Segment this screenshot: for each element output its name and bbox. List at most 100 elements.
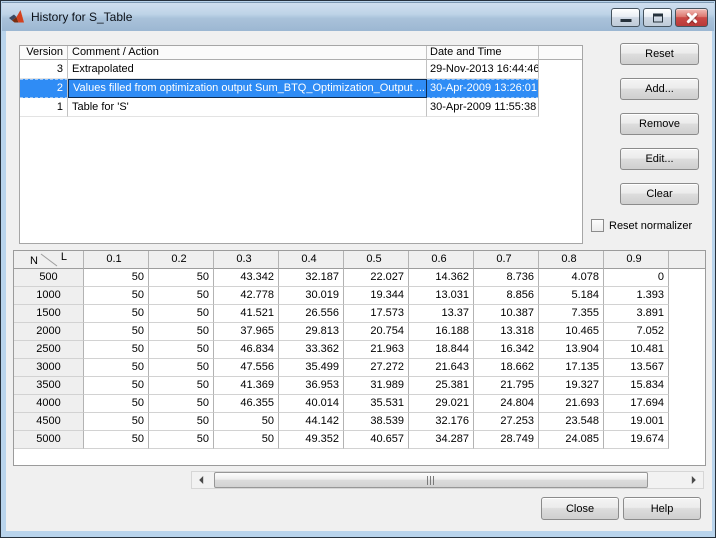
data-cell[interactable]: 21.693 [539,395,604,413]
data-cell[interactable]: 21.643 [409,359,474,377]
data-cell[interactable]: 50 [149,359,214,377]
data-cell[interactable]: 50 [149,431,214,449]
history-cell-date[interactable]: 29-Nov-2013 16:44:46 [427,60,539,79]
minimize-button[interactable] [611,8,640,27]
data-cell[interactable]: 50 [84,269,149,287]
scroll-right-button[interactable] [687,472,703,488]
history-row[interactable]: 2 Values filled from optimization output … [20,79,582,98]
data-cell[interactable]: 50 [84,323,149,341]
data-cell[interactable]: 27.272 [344,359,409,377]
data-cell[interactable]: 38.539 [344,413,409,431]
data-cell[interactable]: 13.904 [539,341,604,359]
data-cell[interactable]: 13.031 [409,287,474,305]
data-cell[interactable]: 50 [84,305,149,323]
data-cell[interactable]: 36.953 [279,377,344,395]
data-cell[interactable]: 17.573 [344,305,409,323]
data-cell[interactable]: 50 [214,413,279,431]
data-cell[interactable]: 28.749 [474,431,539,449]
data-cell[interactable]: 30.019 [279,287,344,305]
reset-button[interactable]: Reset [620,43,699,65]
history-cell-version[interactable]: 2 [20,79,68,98]
data-cell[interactable]: 8.856 [474,287,539,305]
data-cell[interactable]: 10.387 [474,305,539,323]
close-button[interactable]: Close [541,497,619,520]
data-cell[interactable]: 13.37 [409,305,474,323]
data-cell[interactable]: 16.342 [474,341,539,359]
maximize-button[interactable] [643,8,672,27]
data-cell[interactable]: 44.142 [279,413,344,431]
data-cell[interactable]: 21.963 [344,341,409,359]
data-cell[interactable]: 50 [149,287,214,305]
data-cell[interactable]: 3.891 [604,305,669,323]
reset-normalizer-checkbox[interactable] [591,219,604,232]
data-cell[interactable]: 40.014 [279,395,344,413]
data-cell[interactable]: 50 [149,341,214,359]
data-cell[interactable]: 50 [149,395,214,413]
help-button[interactable]: Help [623,497,701,520]
data-cell[interactable]: 24.804 [474,395,539,413]
data-cell[interactable]: 19.001 [604,413,669,431]
data-cell[interactable]: 5.184 [539,287,604,305]
data-cell[interactable]: 19.344 [344,287,409,305]
data-cell[interactable]: 16.188 [409,323,474,341]
data-cell[interactable]: 4.078 [539,269,604,287]
history-cell-comment[interactable]: Values filled from optimization output S… [68,79,427,98]
data-cell[interactable]: 50 [84,359,149,377]
data-cell[interactable]: 29.021 [409,395,474,413]
history-cell-date[interactable]: 30-Apr-2009 11:55:38 [427,98,539,117]
data-cell[interactable]: 41.521 [214,305,279,323]
data-cell[interactable]: 33.362 [279,341,344,359]
data-cell[interactable]: 18.662 [474,359,539,377]
titlebar[interactable]: History for S_Table [2,2,714,31]
data-cell[interactable]: 22.027 [344,269,409,287]
data-cell[interactable]: 29.813 [279,323,344,341]
data-cell[interactable]: 17.694 [604,395,669,413]
history-cell-comment[interactable]: Extrapolated [68,60,427,79]
data-cell[interactable]: 46.355 [214,395,279,413]
data-cell[interactable]: 0 [604,269,669,287]
horizontal-scrollbar[interactable] [191,471,704,489]
data-cell[interactable]: 32.187 [279,269,344,287]
data-cell[interactable]: 15.834 [604,377,669,395]
data-cell[interactable]: 40.657 [344,431,409,449]
data-cell[interactable]: 41.369 [214,377,279,395]
close-window-button[interactable] [675,8,708,27]
data-cell[interactable]: 19.327 [539,377,604,395]
data-cell[interactable]: 18.844 [409,341,474,359]
add-button[interactable]: Add... [620,78,699,100]
data-cell[interactable]: 32.176 [409,413,474,431]
scrollbar-track[interactable] [208,472,687,488]
data-cell[interactable]: 21.795 [474,377,539,395]
data-cell[interactable]: 50 [149,305,214,323]
data-cell[interactable]: 50 [84,341,149,359]
data-cell[interactable]: 7.052 [604,323,669,341]
history-cell-version[interactable]: 1 [20,98,68,117]
data-cell[interactable]: 10.465 [539,323,604,341]
data-cell[interactable]: 20.754 [344,323,409,341]
data-cell[interactable]: 50 [149,413,214,431]
data-cell[interactable]: 50 [84,287,149,305]
data-cell[interactable]: 35.499 [279,359,344,377]
edit-button[interactable]: Edit... [620,148,699,170]
data-cell[interactable]: 46.834 [214,341,279,359]
data-cell[interactable]: 14.362 [409,269,474,287]
data-cell[interactable]: 19.674 [604,431,669,449]
data-cell[interactable]: 23.548 [539,413,604,431]
data-cell[interactable]: 35.531 [344,395,409,413]
data-cell[interactable]: 17.135 [539,359,604,377]
data-cell[interactable]: 50 [84,395,149,413]
data-cell[interactable]: 42.778 [214,287,279,305]
data-cell[interactable]: 50 [149,323,214,341]
data-cell[interactable]: 43.342 [214,269,279,287]
data-cell[interactable]: 26.556 [279,305,344,323]
data-cell[interactable]: 37.965 [214,323,279,341]
data-cell[interactable]: 50 [149,377,214,395]
scroll-left-button[interactable] [192,472,208,488]
history-cell-date[interactable]: 30-Apr-2009 13:26:01 [427,79,539,98]
history-col-comment[interactable]: Comment / Action [68,46,427,60]
history-cell-comment[interactable]: Table for 'S' [68,98,427,117]
data-cell[interactable]: 25.381 [409,377,474,395]
data-cell[interactable]: 50 [84,413,149,431]
data-cell[interactable]: 10.481 [604,341,669,359]
data-cell[interactable]: 34.287 [409,431,474,449]
